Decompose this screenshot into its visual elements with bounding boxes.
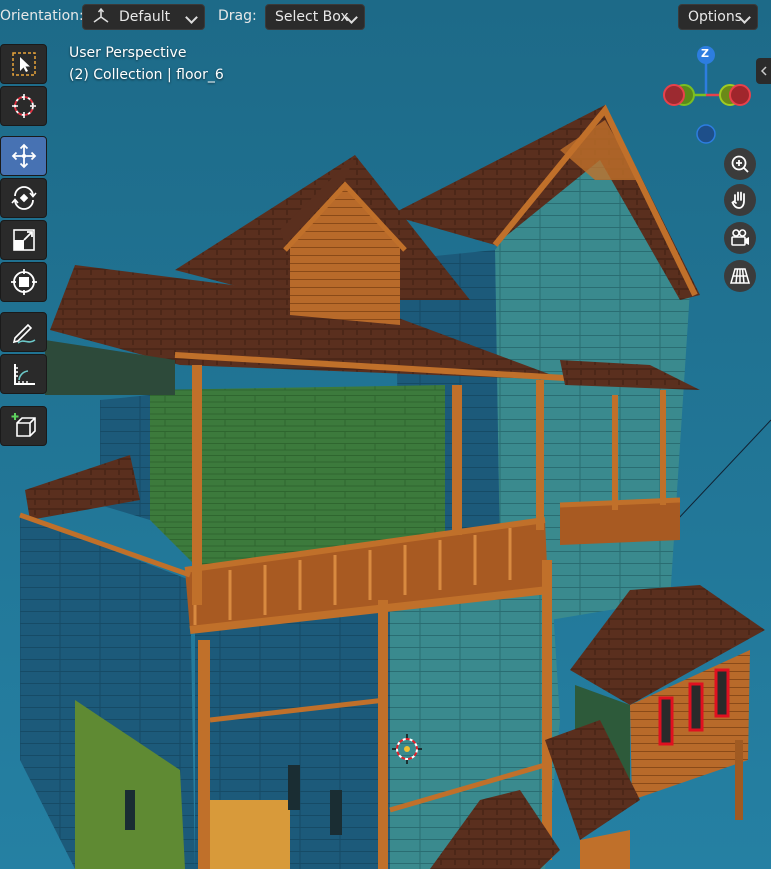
add-cube-icon [11, 413, 36, 437]
camera-view-button[interactable] [724, 222, 756, 254]
projection-toggle-button[interactable] [724, 260, 756, 292]
add-cube-tool[interactable] [0, 406, 47, 446]
cursor-tool[interactable] [0, 86, 47, 126]
viewport-header: Orientation: Default Drag: Select Box Op… [0, 0, 771, 34]
collection-info: (2) Collection | floor_6 [69, 67, 224, 83]
drag-label: Drag: [218, 8, 257, 24]
scale-tool[interactable] [0, 220, 47, 260]
pan-button[interactable] [724, 184, 756, 216]
rotate-tool[interactable] [0, 178, 47, 218]
view-name: User Perspective [69, 45, 187, 61]
orientation-axes-icon [93, 7, 109, 23]
select-box-tool[interactable] [0, 44, 47, 84]
measure-tool[interactable] [0, 354, 47, 394]
transform-tool[interactable] [0, 262, 47, 302]
orientation-dropdown[interactable]: Default [82, 4, 205, 30]
transform-icon [10, 269, 37, 295]
navigation-gizmo[interactable]: Z [656, 40, 756, 150]
grid-icon [730, 268, 750, 284]
sidebar-toggle[interactable] [756, 58, 771, 84]
annotate-icon [12, 323, 35, 344]
scale-icon [12, 229, 35, 251]
drag-dropdown[interactable]: Select Box [265, 4, 365, 30]
chevron-down-icon [185, 11, 198, 24]
zoom-icon [731, 155, 749, 173]
hand-icon [731, 191, 745, 209]
zoom-button[interactable] [724, 148, 756, 180]
orientation-label: Orientation: [0, 8, 84, 24]
orientation-value: Default [119, 9, 171, 25]
cursor-icon [11, 94, 36, 118]
options-dropdown[interactable]: Options [678, 4, 758, 30]
select-box-icon [11, 52, 36, 76]
rotate-icon [10, 186, 37, 210]
drag-value: Select Box [275, 9, 349, 25]
measure-icon [13, 364, 35, 385]
camera-icon [731, 229, 749, 246]
move-icon [11, 143, 36, 169]
chevron-left-icon [760, 66, 767, 76]
move-tool[interactable] [0, 136, 47, 176]
z-axis-label: Z [701, 47, 709, 60]
options-label: Options [688, 9, 743, 25]
annotate-tool[interactable] [0, 312, 47, 352]
